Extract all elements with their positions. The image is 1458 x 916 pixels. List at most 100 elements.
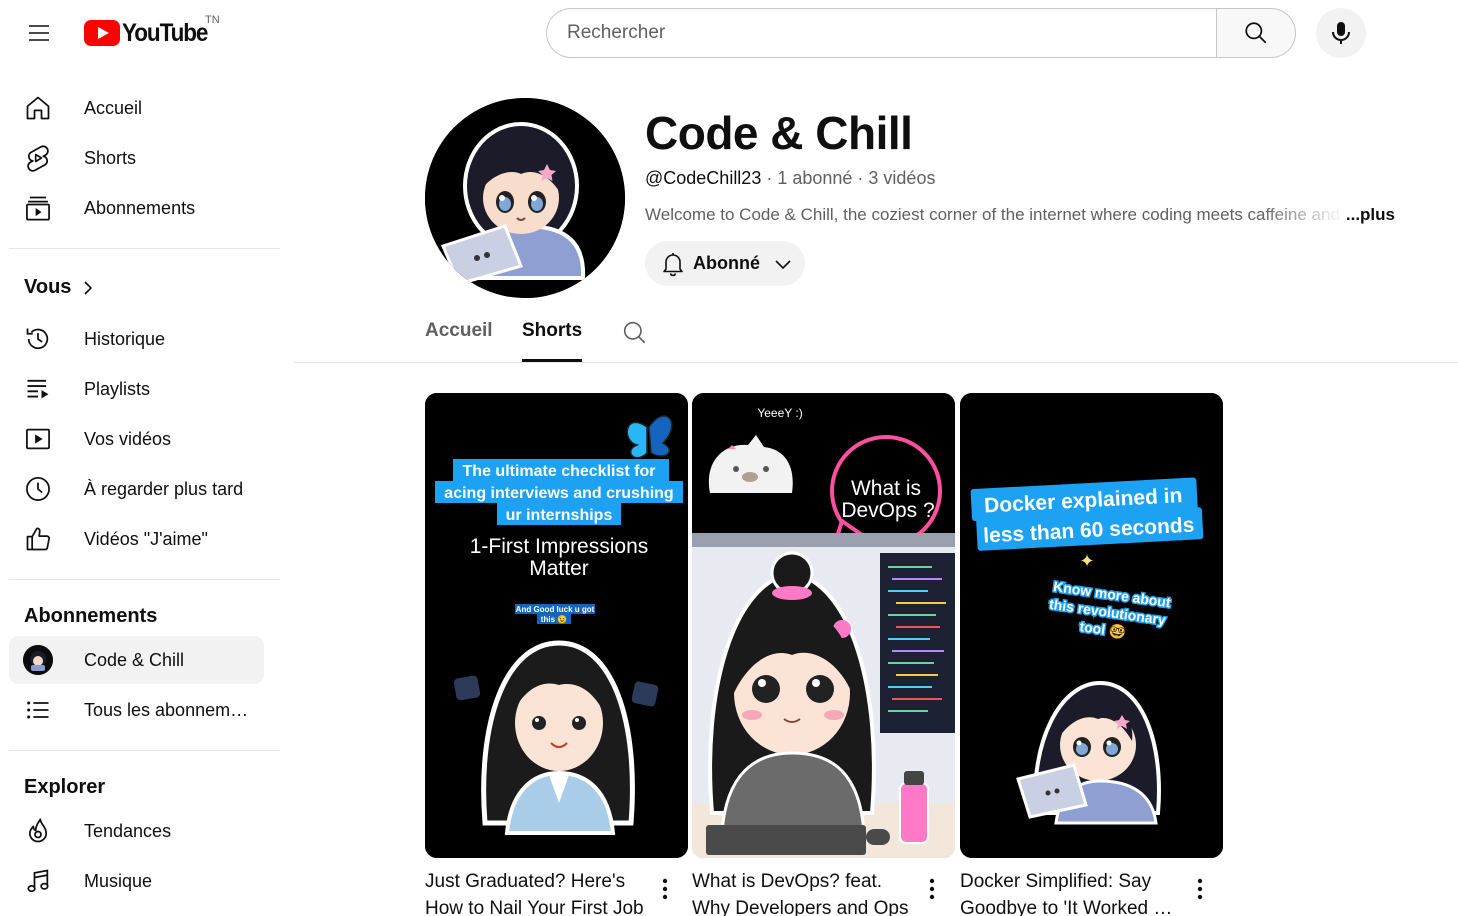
short-card: Docker explained in less than 60 seconds… (960, 393, 1223, 916)
more-actions-icon[interactable] (655, 875, 675, 903)
sidebar-item-label: Tous les abonnements (84, 699, 256, 720)
short-thumbnail-art: Docker explained in less than 60 seconds… (960, 393, 1223, 858)
youtube-play-icon (84, 20, 120, 46)
short-title-line-1: Docker Simplified: Say (960, 871, 1152, 892)
sidebar-item-liked-videos[interactable]: Vidéos "J'aime" (9, 515, 264, 563)
sidebar-divider (9, 248, 280, 249)
svg-text:acing interviews and crushing: acing interviews and crushing (444, 485, 673, 502)
list-icon (23, 695, 53, 725)
menu-icon[interactable] (19, 13, 59, 53)
more-link[interactable]: ...plus (1346, 205, 1395, 225)
channel-tabs: Accueil Shorts (294, 310, 1458, 363)
chevron-down-icon (775, 259, 791, 269)
svg-text:✦: ✦ (1079, 551, 1094, 571)
you-section-header[interactable]: Vous (24, 276, 95, 299)
tab-shorts[interactable]: Shorts (522, 320, 583, 362)
thumb-small-1: And Good luck u got (516, 605, 595, 614)
thumb-bubble-1: What is (851, 477, 921, 500)
section-title-text: Abonnements (24, 605, 158, 627)
channel-description-text: Welcome to Code & Chill, the coziest cor… (645, 205, 1345, 224)
sidebar-item-history[interactable]: Historique (9, 315, 264, 363)
search-button[interactable] (1216, 8, 1296, 58)
svg-text:ur internships: ur internships (506, 507, 613, 524)
channel-meta: @CodeChill23 · 1 abonné · 3 vidéos (645, 168, 935, 189)
tab-home[interactable]: Accueil (425, 320, 493, 342)
youtube-logo[interactable]: YouTube (84, 18, 217, 48)
sidebar-item-subscriptions[interactable]: Abonnements (9, 184, 264, 232)
microphone-icon (1332, 22, 1350, 44)
chevron-right-icon (84, 280, 93, 295)
more-actions-icon[interactable] (1190, 875, 1210, 903)
short-thumbnail-art: YeeeY :) What is DevOps ? (692, 393, 955, 858)
sidebar: Accueil Shorts Abonnements Vous Historiq… (0, 66, 290, 916)
channel-description[interactable]: Welcome to Code & Chill, the coziest cor… (645, 205, 1395, 225)
channel-handle: @CodeChill23 (645, 168, 762, 188)
short-title[interactable]: Docker Simplified: Say Goodbye to 'It Wo… (960, 868, 1182, 916)
short-thumbnail[interactable]: Docker explained in less than 60 seconds… (960, 393, 1223, 858)
short-thumbnail-art: The ultimate checklist for acing intervi… (425, 393, 688, 858)
section-title-text: Explorer (24, 776, 106, 798)
short-title-line-1: What is DevOps? feat. (692, 871, 883, 892)
sidebar-item-all-subscriptions[interactable]: Tous les abonnements (9, 686, 264, 734)
thumb-heading-2: Matter (529, 557, 589, 580)
shorts-icon (23, 143, 53, 173)
history-icon (23, 324, 53, 354)
more-actions-icon[interactable] (922, 875, 942, 903)
trending-icon (23, 816, 53, 846)
sidebar-item-music[interactable]: Musique (9, 857, 264, 905)
subscribed-button[interactable]: Abonné (645, 241, 805, 286)
thumb-top-text: YeeeY :) (757, 406, 802, 420)
sidebar-item-trending[interactable]: Tendances (9, 807, 264, 855)
thumb-small-2: this 😉 (541, 615, 567, 624)
short-title-line-1: Just Graduated? Here's (425, 871, 626, 892)
sidebar-item-label: Abonnements (84, 197, 196, 218)
channel-search-icon[interactable] (622, 320, 648, 351)
sidebar-item-label: Accueil (84, 97, 143, 118)
watch-later-icon (23, 474, 53, 504)
short-title[interactable]: What is DevOps? feat. Why Developers and… (692, 868, 914, 916)
explore-section-title: Explorer (24, 776, 105, 799)
subscriptions-icon (23, 193, 53, 223)
sidebar-item-label: À regarder plus tard (84, 478, 244, 499)
sidebar-item-label: Playlists (84, 378, 151, 399)
logo-text: YouTube (122, 18, 208, 47)
sidebar-item-your-videos[interactable]: Vos vidéos (9, 415, 264, 463)
sidebar-item-watch-later[interactable]: À regarder plus tard (9, 465, 264, 513)
sidebar-item-label: Vos vidéos (84, 428, 172, 449)
sidebar-item-label: Code & Chill (84, 649, 185, 670)
sidebar-item-shorts[interactable]: Shorts (9, 134, 264, 182)
short-card: YeeeY :) What is DevOps ? What is DevOps… (692, 393, 955, 916)
country-code: TN (205, 14, 220, 26)
bell-icon (663, 252, 683, 276)
sidebar-item-home[interactable]: Accueil (9, 84, 264, 132)
sidebar-item-label: Tendances (84, 820, 172, 841)
short-thumbnail[interactable]: The ultimate checklist for acing intervi… (425, 393, 688, 858)
sidebar-item-label: Musique (84, 870, 153, 891)
search-box (546, 8, 1217, 58)
music-note-icon (23, 866, 53, 896)
sidebar-item-label: Shorts (84, 147, 137, 168)
thumb-bubble-2: DevOps ? (841, 499, 934, 522)
channel-name: Code & Chill (645, 107, 913, 159)
sidebar-item-label: Vidéos "J'aime" (84, 528, 208, 549)
sidebar-item-playlists[interactable]: Playlists (9, 365, 264, 413)
home-icon (23, 93, 53, 123)
channel-stats: · 1 abonné · 3 vidéos (761, 168, 936, 188)
channel-avatar[interactable] (425, 98, 625, 298)
short-card: The ultimate checklist for acing intervi… (425, 393, 688, 916)
subscribed-label: Abonné (693, 253, 760, 273)
voice-search-button[interactable] (1316, 8, 1366, 58)
sidebar-item-code-and-chill[interactable]: Code & Chill (9, 636, 264, 684)
your-videos-icon (23, 424, 53, 454)
search-input[interactable] (567, 22, 1217, 44)
search-icon (1245, 22, 1267, 44)
subscriptions-section-title: Abonnements (24, 605, 157, 628)
short-title-line-2: How to Nail Your First Job (425, 898, 644, 916)
short-thumbnail[interactable]: YeeeY :) What is DevOps ? (692, 393, 955, 858)
playlists-icon (23, 374, 53, 404)
short-title[interactable]: Just Graduated? Here's How to Nail Your … (425, 868, 647, 916)
sidebar-divider (9, 579, 280, 580)
sidebar-item-label: Historique (84, 328, 166, 349)
short-title-line-2: Goodbye to 'It Worked on My Machine' (960, 898, 1182, 916)
sidebar-divider (9, 750, 280, 751)
